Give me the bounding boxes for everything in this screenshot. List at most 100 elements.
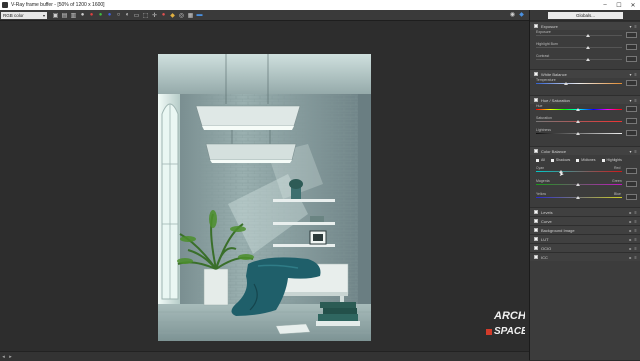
hue-slider-row[interactable]: Hue (534, 104, 638, 114)
temperature-label: Temperature (536, 78, 556, 82)
render-scene (158, 54, 371, 341)
menu-icon[interactable]: ≡ (633, 246, 638, 251)
temperature-value-field[interactable] (626, 80, 637, 86)
save-icon[interactable]: ▣ (51, 11, 60, 20)
temperature-slider-row[interactable]: Temperature (534, 78, 638, 88)
hue-value-field[interactable] (626, 106, 637, 112)
menu-icon[interactable]: ≡ (633, 149, 638, 154)
magenta-green-value-field[interactable] (626, 181, 637, 187)
blue-channel-icon[interactable]: ● (105, 11, 114, 20)
history-icon[interactable]: ▬ (195, 11, 204, 20)
levels-checkbox[interactable] (534, 210, 538, 214)
yellow-blue-knob[interactable] (576, 195, 580, 199)
mode-highlights[interactable]: Highlights (601, 158, 622, 162)
mode-all[interactable]: All (536, 158, 545, 162)
eye-icon[interactable]: ◉ (508, 10, 517, 19)
folder-icon[interactable]: ▤ (60, 11, 69, 20)
contrast-knob[interactable] (586, 57, 590, 61)
rendered-image[interactable] (158, 54, 371, 341)
curve-checkbox[interactable] (534, 219, 538, 223)
minimize-icon[interactable]: – (598, 2, 612, 9)
mode-shadows[interactable]: Shadows (550, 158, 571, 162)
levels-item[interactable]: Levels ▸ ≡ (530, 207, 640, 216)
background-image-item[interactable]: Background Image ▸ ≡ (530, 225, 640, 234)
render-viewport[interactable]: ARCH SPACE (0, 21, 529, 351)
render-icon[interactable]: ◆ (168, 11, 177, 20)
ocio-item[interactable]: OCIO ▸ ≡ (530, 243, 640, 252)
highlight-burn-value-field[interactable] (626, 44, 637, 50)
mode-highlights-checkbox[interactable] (601, 158, 605, 162)
lightness-slider-row[interactable]: Lightness (534, 128, 638, 138)
curve-item[interactable]: Curve ▸ ≡ (530, 216, 640, 225)
menu-icon[interactable]: ≡ (633, 237, 638, 242)
lut-checkbox[interactable] (534, 237, 538, 241)
menu-icon[interactable]: ≡ (633, 24, 638, 29)
mode-midtones[interactable]: Midtones (576, 158, 596, 162)
highlight-burn-knob[interactable] (586, 45, 590, 49)
saturation-slider-row[interactable]: Saturation (534, 116, 638, 126)
lightness-knob[interactable] (576, 131, 580, 135)
history-prev-icon[interactable]: ◂ (0, 353, 7, 360)
icc-checkbox[interactable] (534, 255, 538, 259)
channel-select[interactable]: RGB color ▾ (1, 11, 47, 19)
saturation-knob[interactable] (576, 119, 580, 123)
menu-icon[interactable]: ≡ (633, 219, 638, 224)
mode-shadows-checkbox[interactable] (550, 158, 554, 162)
magenta-green-knob[interactable] (576, 182, 580, 186)
background-image-checkbox[interactable] (534, 228, 538, 232)
highlight-burn-slider-row[interactable]: Highlight Burn (534, 42, 638, 52)
highlight-burn-track[interactable] (536, 47, 622, 49)
layers-icon[interactable]: ◆ (517, 10, 526, 19)
hue-knob[interactable] (576, 107, 580, 111)
exposure-track[interactable] (536, 35, 622, 37)
clear-icon[interactable]: ▭ (132, 11, 141, 20)
red-channel-icon[interactable]: ● (87, 11, 96, 20)
menu-icon[interactable]: ≡ (633, 255, 638, 260)
lens-icon[interactable]: ◎ (177, 11, 186, 20)
cyan-red-track[interactable] (536, 171, 622, 173)
close-icon[interactable]: ✕ (626, 2, 640, 9)
history-next-icon[interactable]: ▸ (7, 353, 14, 360)
contrast-value-field[interactable] (626, 56, 637, 62)
copy-icon[interactable]: ▥ (69, 11, 78, 20)
color-balance-mode-row: All Shadows Midtones Highlights (536, 157, 640, 163)
icc-item[interactable]: ICC ▸ ≡ (530, 252, 640, 261)
temperature-knob[interactable] (564, 81, 568, 85)
mode-midtones-checkbox[interactable] (576, 158, 580, 162)
ocio-checkbox[interactable] (534, 246, 538, 250)
menu-icon[interactable]: ≡ (633, 72, 638, 77)
lightness-value-field[interactable] (626, 130, 637, 136)
mode-all-checkbox[interactable] (536, 158, 539, 162)
color-balance-checkbox[interactable] (534, 149, 538, 153)
hue-saturation-checkbox[interactable] (534, 98, 538, 102)
cyan-red-slider-row[interactable]: Cyan Red (534, 166, 638, 176)
exposure-slider-row[interactable]: Exposure (534, 30, 638, 40)
maximize-icon[interactable]: ☐ (612, 2, 626, 9)
green-channel-icon[interactable]: ● (96, 11, 105, 20)
mode-shadows-label: Shadows (555, 158, 571, 162)
cyan-red-value-field[interactable] (626, 168, 637, 174)
alpha-icon[interactable]: ○ (114, 11, 123, 20)
menu-icon[interactable]: ≡ (633, 98, 638, 103)
exposure-knob[interactable] (586, 33, 590, 37)
menu-icon[interactable]: ≡ (633, 228, 638, 233)
white-balance-checkbox[interactable] (534, 72, 538, 76)
menu-icon[interactable]: ≡ (633, 210, 638, 215)
globals-button[interactable]: Globals... (548, 11, 623, 19)
compare-icon[interactable]: ▦ (186, 11, 195, 20)
yellow-blue-slider-row[interactable]: Yellow Blue (534, 192, 638, 202)
circle-icon[interactable]: ● (78, 11, 87, 20)
magenta-green-slider-row[interactable]: Magenta Green (534, 179, 638, 189)
contrast-track[interactable] (536, 59, 622, 61)
exposure-value-field[interactable] (626, 32, 637, 38)
contrast-slider-row[interactable]: Contrast (534, 54, 638, 64)
lut-item[interactable]: LUT ▸ ≡ (530, 234, 640, 243)
track-mouse-icon[interactable]: ✛ (150, 11, 159, 20)
yellow-blue-value-field[interactable] (626, 194, 637, 200)
mono-icon[interactable]: ◐ (123, 11, 132, 20)
temperature-track[interactable] (536, 83, 622, 85)
region-icon[interactable]: ⬚ (141, 11, 150, 20)
saturation-value-field[interactable] (626, 118, 637, 124)
stop-icon[interactable]: ● (159, 11, 168, 20)
exposure-checkbox[interactable] (534, 24, 538, 28)
